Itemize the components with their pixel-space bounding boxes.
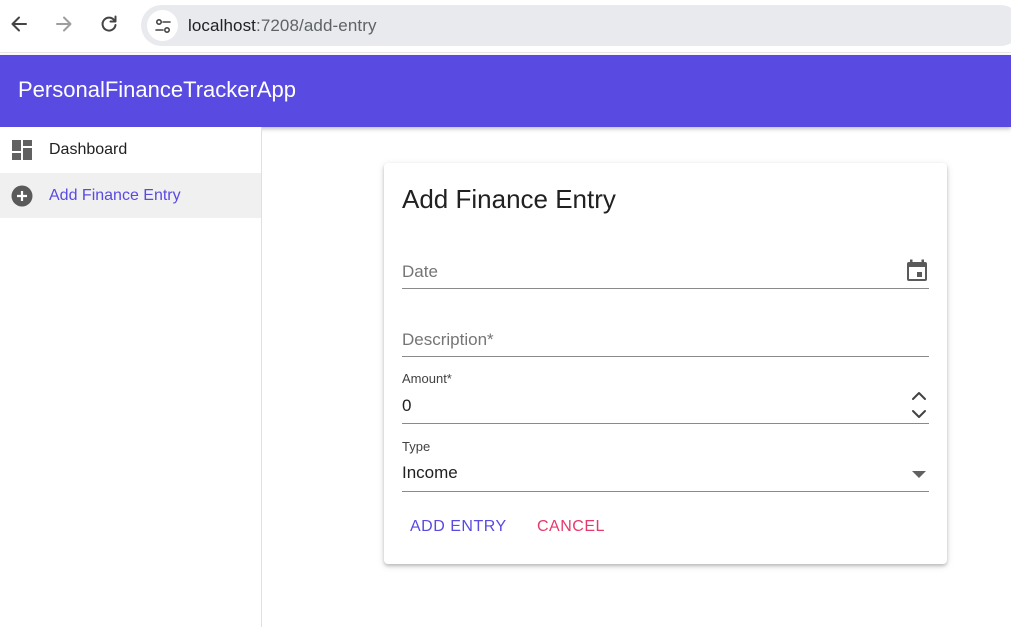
calendar-icon[interactable] xyxy=(905,259,929,283)
url-path: :7208/add-entry xyxy=(256,16,377,35)
form-title: Add Finance Entry xyxy=(402,184,616,214)
arrow-right-icon[interactable] xyxy=(50,10,78,38)
amount-label: Amount* xyxy=(402,371,452,386)
url-host: localhost xyxy=(188,16,256,35)
sidebar-item-add-finance-entry[interactable]: Add Finance Entry xyxy=(0,173,261,218)
app-title: PersonalFinanceTrackerApp xyxy=(18,77,296,102)
add-entry-card: Add Finance Entry Date Description* Amou… xyxy=(384,163,947,564)
description-field[interactable]: Description* xyxy=(402,317,929,357)
sidebar-item-label: Dashboard xyxy=(49,140,128,158)
nav-drawer: Dashboard Add Finance Entry xyxy=(0,127,262,627)
amount-field[interactable]: Amount* 0 xyxy=(402,369,929,424)
reload-icon[interactable] xyxy=(95,10,123,38)
url-text: localhost:7208/add-entry xyxy=(188,16,377,36)
dashboard-icon xyxy=(11,139,33,161)
dropdown-arrow-icon[interactable] xyxy=(909,465,929,485)
arrow-left-icon[interactable] xyxy=(5,10,33,38)
type-label: Type xyxy=(402,439,431,454)
type-select[interactable]: Type Income xyxy=(402,437,929,492)
date-field[interactable]: Date xyxy=(402,249,929,289)
description-placeholder: Description* xyxy=(402,330,494,349)
sidebar-item-dashboard[interactable]: Dashboard xyxy=(0,127,261,172)
add-circle-icon xyxy=(11,185,33,207)
cancel-button[interactable]: Cancel xyxy=(537,515,605,539)
stepper-icon[interactable] xyxy=(909,389,929,423)
date-placeholder: Date xyxy=(402,262,438,281)
tune-icon[interactable] xyxy=(147,10,178,41)
amount-value: 0 xyxy=(402,396,412,415)
add-entry-button[interactable]: Add Entry xyxy=(410,515,507,539)
sidebar-item-label: Add Finance Entry xyxy=(49,186,181,204)
app-bar: PersonalFinanceTrackerApp xyxy=(0,55,1011,127)
address-bar[interactable]: localhost:7208/add-entry xyxy=(141,5,1011,46)
browser-toolbar: localhost:7208/add-entry xyxy=(0,0,1011,53)
type-value: Income xyxy=(402,463,458,482)
